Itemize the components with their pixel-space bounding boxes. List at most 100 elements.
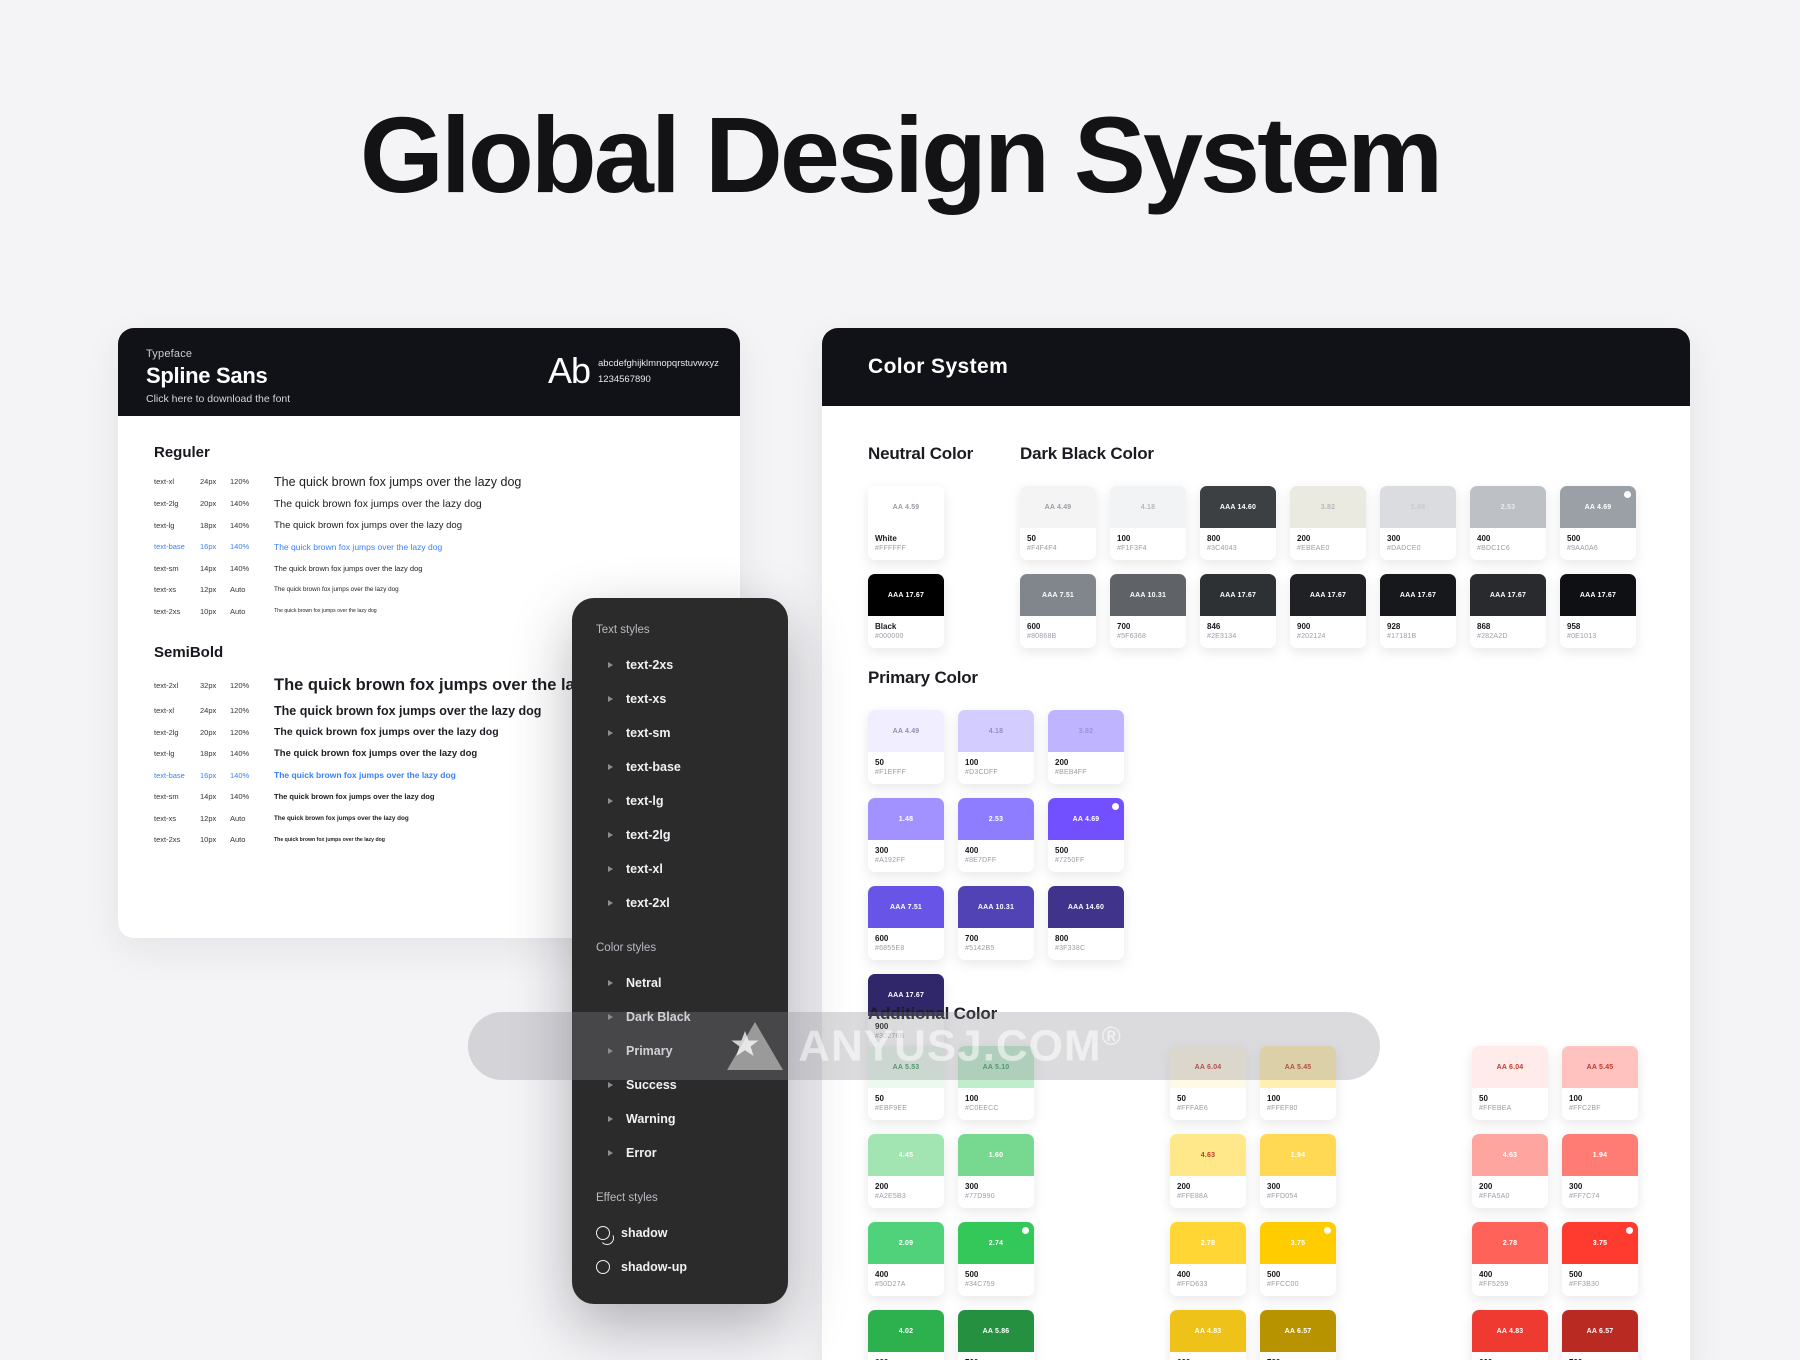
swatch-step-label: 300 bbox=[1387, 534, 1401, 543]
text-style-item-text-2lg[interactable]: text-2lg bbox=[572, 818, 788, 852]
color-swatch[interactable]: 2.09 400 #50D27A bbox=[868, 1222, 944, 1296]
color-swatch[interactable]: AA 5.10 100 #C0EECC bbox=[958, 1046, 1034, 1120]
color-swatch[interactable]: AAA 17.67 900 #202124 bbox=[1290, 574, 1366, 648]
color-swatch[interactable]: AAA 10.31 700 #5142B5 bbox=[958, 886, 1034, 960]
specimen-sample-text: The quick brown fox jumps over the lazy … bbox=[274, 541, 443, 552]
dark-black-color-title: Dark Black Color bbox=[1020, 444, 1154, 463]
dark-black-color-group: Dark Black Color bbox=[1020, 444, 1154, 464]
text-style-item-text-2xl[interactable]: text-2xl bbox=[572, 886, 788, 920]
color-swatch[interactable]: AAA 17.67 Black #000000 bbox=[868, 574, 944, 648]
swatch-contrast-ratio: AA 6.57 bbox=[1284, 1327, 1312, 1335]
swatch-step-label: 500 bbox=[965, 1270, 979, 1279]
color-swatch[interactable]: AA 4.69 500 #9AA0A6 bbox=[1560, 486, 1636, 560]
swatch-contrast-ratio: 1.48 bbox=[898, 815, 914, 823]
color-swatch[interactable]: 2.74 500 #34C759 bbox=[958, 1222, 1034, 1296]
text-style-item-text-xl[interactable]: text-xl bbox=[572, 852, 788, 886]
color-swatch[interactable]: AA 4.49 50 #F1EFFF bbox=[868, 710, 944, 784]
color-swatch[interactable]: 1.94 300 #FF7C74 bbox=[1562, 1134, 1638, 1208]
color-swatch[interactable]: 1.94 300 #FFD054 bbox=[1260, 1134, 1336, 1208]
color-system-card-header: Color System bbox=[822, 328, 1690, 406]
swatch-meta: 50 #FFFAE6 bbox=[1170, 1088, 1246, 1120]
text-style-item-text-lg[interactable]: text-lg bbox=[572, 784, 788, 818]
swatch-color-chip: AAA 10.31 bbox=[1110, 574, 1186, 616]
swatch-color-chip: AAA 17.67 bbox=[1560, 574, 1636, 616]
swatch-step-label: 700 bbox=[965, 934, 979, 943]
color-style-item-dark-black[interactable]: Dark Black bbox=[572, 1000, 788, 1034]
swatch-color-chip: 4.63 bbox=[1170, 1134, 1246, 1176]
swatch-meta: 400 #BDC1C6 bbox=[1470, 528, 1546, 560]
color-swatch[interactable]: AA 6.04 50 #FFFAE6 bbox=[1170, 1046, 1246, 1120]
color-swatch[interactable]: AA 4.83 600#E5352B bbox=[1472, 1310, 1548, 1360]
swatch-step-label: 800 bbox=[1207, 534, 1221, 543]
swatch-hex-value: #2E3134 bbox=[1207, 633, 1237, 640]
color-swatch[interactable]: 4.63 200 #FFA5A0 bbox=[1472, 1134, 1548, 1208]
color-swatch[interactable]: AA 4.49 50 #F4F4F4 bbox=[1020, 486, 1096, 560]
text-style-item-text-base[interactable]: text-base bbox=[572, 750, 788, 784]
color-style-item-error[interactable]: Error bbox=[572, 1136, 788, 1170]
color-swatch[interactable]: AAA 17.67 868 #282A2D bbox=[1470, 574, 1546, 648]
effect-style-item-shadow[interactable]: shadow bbox=[572, 1216, 788, 1250]
color-swatch[interactable]: 2.53 400 #8E7DFF bbox=[958, 798, 1034, 872]
color-swatch[interactable]: AA 5.86 700#25903F bbox=[958, 1310, 1034, 1360]
color-swatch[interactable]: 4.18 100 #D3CDFF bbox=[958, 710, 1034, 784]
color-swatch[interactable]: AA 4.59 White #FFFFFF bbox=[868, 486, 944, 560]
color-swatch[interactable]: 3.82 200 #BEB4FF bbox=[1048, 710, 1124, 784]
color-swatch[interactable]: 2.53 400 #BDC1C6 bbox=[1470, 486, 1546, 560]
swatch-selected-dot bbox=[1112, 803, 1119, 810]
color-swatch[interactable]: AA 6.04 50 #FFEBEA bbox=[1472, 1046, 1548, 1120]
color-swatch[interactable]: 3.75 500 #FF3B30 bbox=[1562, 1222, 1638, 1296]
swatch-color-chip: AA 5.86 bbox=[958, 1310, 1034, 1352]
color-swatch[interactable]: AAA 17.67 958 #0E1013 bbox=[1560, 574, 1636, 648]
color-swatch[interactable]: 1.48 300 #DADCE0 bbox=[1380, 486, 1456, 560]
color-swatch[interactable]: AAA 17.67 928 #17181B bbox=[1380, 574, 1456, 648]
color-swatch[interactable]: AAA 7.51 600 #6855E8 bbox=[868, 886, 944, 960]
download-font-link[interactable]: Click here to download the font bbox=[146, 393, 712, 405]
primary-color-title: Primary Color bbox=[868, 668, 978, 687]
color-swatch[interactable]: AA 5.45 100 #FFEF80 bbox=[1260, 1046, 1336, 1120]
color-swatch[interactable]: AA 5.53 50 #EBF9EE bbox=[868, 1046, 944, 1120]
swatch-step-label: 500 bbox=[1055, 846, 1069, 855]
color-swatch[interactable]: AA 4.83 600#E5B800 bbox=[1170, 1310, 1246, 1360]
text-style-item-text-xs[interactable]: text-xs bbox=[572, 682, 788, 716]
color-swatch[interactable]: 4.45 200 #A2E5B3 bbox=[868, 1134, 944, 1208]
effect-circle-icon bbox=[596, 1260, 610, 1274]
swatch-color-chip: 2.74 bbox=[958, 1222, 1034, 1264]
color-swatch[interactable]: 4.02 600#2DB14E bbox=[868, 1310, 944, 1360]
swatch-contrast-ratio: 1.94 bbox=[1592, 1151, 1608, 1159]
color-swatch[interactable]: AA 4.69 500 #7250FF bbox=[1048, 798, 1124, 872]
text-style-item-text-sm[interactable]: text-sm bbox=[572, 716, 788, 750]
swatch-color-chip: AAA 10.31 bbox=[958, 886, 1034, 928]
swatch-contrast-ratio: AAA 14.60 bbox=[1219, 503, 1257, 511]
color-swatch[interactable]: 1.48 300 #A192FF bbox=[868, 798, 944, 872]
text-style-item-text-2xs[interactable]: text-2xs bbox=[572, 648, 788, 682]
color-swatch[interactable]: AAA 7.51 600 #80868B bbox=[1020, 574, 1096, 648]
swatch-contrast-ratio: 2.53 bbox=[988, 815, 1004, 823]
color-swatch[interactable]: AAA 14.60 800 #3C4043 bbox=[1200, 486, 1276, 560]
swatch-contrast-ratio: AAA 10.31 bbox=[1129, 591, 1167, 599]
panel-item-label: Netral bbox=[626, 976, 662, 990]
color-swatch[interactable]: 2.78 400 #FFD633 bbox=[1170, 1222, 1246, 1296]
color-swatch[interactable]: AAA 10.31 700 #5F6368 bbox=[1110, 574, 1186, 648]
color-swatch[interactable]: AA 5.45 100 #FFC2BF bbox=[1562, 1046, 1638, 1120]
color-swatch[interactable]: 3.75 500 #FFCC00 bbox=[1260, 1222, 1336, 1296]
color-swatch[interactable]: 4.63 200 #FFE88A bbox=[1170, 1134, 1246, 1208]
color-swatch[interactable]: 4.18 100 #F1F3F4 bbox=[1110, 486, 1186, 560]
color-swatch[interactable]: AA 6.57 700#B82A22 bbox=[1562, 1310, 1638, 1360]
color-style-item-netral[interactable]: Netral bbox=[572, 966, 788, 1000]
color-style-item-warning[interactable]: Warning bbox=[572, 1102, 788, 1136]
color-swatch[interactable]: 3.82 200 #EBEAE0 bbox=[1290, 486, 1366, 560]
color-swatch[interactable]: 2.78 400 #FF5259 bbox=[1472, 1222, 1548, 1296]
swatch-meta: 200 #BEB4FF bbox=[1048, 752, 1124, 784]
swatch-color-chip: 3.82 bbox=[1048, 710, 1124, 752]
color-style-item-primary[interactable]: Primary bbox=[572, 1034, 788, 1068]
swatch-hex-value: #FFC2BF bbox=[1569, 1105, 1601, 1112]
color-swatch[interactable]: 1.60 300 #77D990 bbox=[958, 1134, 1034, 1208]
color-swatch[interactable]: AAA 17.67 846 #2E3134 bbox=[1200, 574, 1276, 648]
swatch-contrast-ratio: AAA 17.67 bbox=[1309, 591, 1347, 599]
swatch-meta: 100 #D3CDFF bbox=[958, 752, 1034, 784]
effect-style-item-shadow-up[interactable]: shadow-up bbox=[572, 1250, 788, 1284]
color-swatch[interactable]: AA 6.57 700#B89300 bbox=[1260, 1310, 1336, 1360]
color-swatch[interactable]: AAA 14.60 800 #3F338C bbox=[1048, 886, 1124, 960]
swatch-meta: 300 #DADCE0 bbox=[1380, 528, 1456, 560]
color-style-item-success[interactable]: Success bbox=[572, 1068, 788, 1102]
